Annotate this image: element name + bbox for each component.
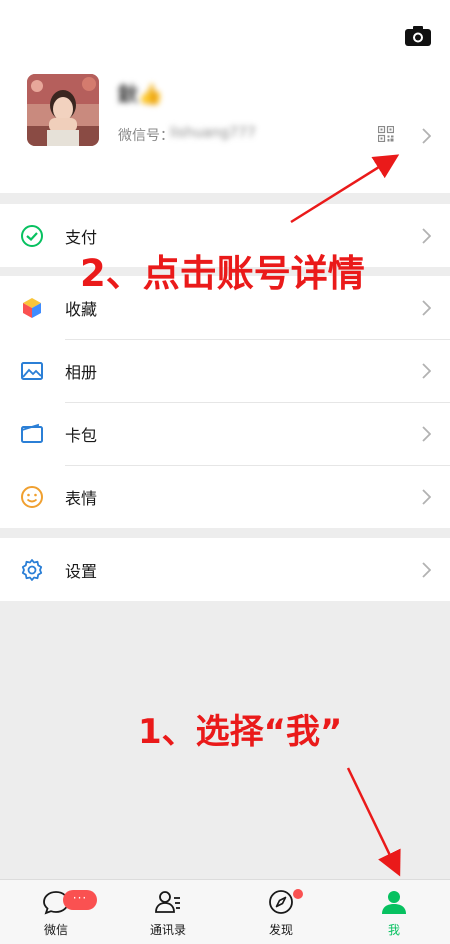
tab-bar: 微信 ··· 通讯录 发现 我 — [0, 879, 450, 944]
pay-icon — [21, 224, 43, 247]
tab-discover[interactable]: 发现 — [225, 880, 337, 944]
tab-me[interactable]: 我 — [338, 880, 450, 944]
picture-icon — [21, 361, 43, 380]
camera-icon[interactable] — [405, 26, 431, 46]
tab-label-chats: 微信 — [43, 923, 68, 937]
chevron-right-icon — [422, 488, 431, 505]
qr-code-icon[interactable] — [378, 126, 394, 142]
menu-label-cards: 卡包 — [65, 425, 98, 445]
tab-label-contacts: 通讯录 — [149, 923, 186, 937]
settings-group: 设置 — [0, 538, 450, 601]
avatar[interactable] — [27, 74, 99, 146]
person-icon — [382, 891, 406, 914]
feature-group: 收藏 相册 卡包 表情 — [0, 276, 450, 528]
menu-label-settings: 设置 — [65, 561, 98, 581]
nickname: 鈥👍 — [118, 82, 163, 106]
wechat-id-value: lishuang777 — [170, 125, 256, 141]
contacts-icon — [155, 891, 180, 913]
chevron-right-icon — [422, 561, 431, 578]
gear-icon — [21, 558, 43, 581]
annotation-arrow-to-me-tab — [346, 767, 401, 877]
smiley-icon — [21, 485, 43, 508]
menu-label-favorites: 收藏 — [65, 299, 98, 319]
profile-header: 鈥👍 微信号： lishuang777 — [0, 0, 450, 193]
annotation-step2: 2、点击账号详情 — [80, 252, 365, 295]
tab-chats[interactable]: 微信 — [0, 880, 112, 944]
chats-badge: ··· — [63, 890, 97, 910]
menu-label-album: 相册 — [65, 362, 98, 382]
tab-contacts[interactable]: 通讯录 — [112, 880, 224, 944]
tab-label-me: 我 — [387, 923, 400, 937]
chats-badge-dots: ··· — [72, 891, 88, 905]
compass-icon — [269, 890, 293, 914]
menu-item-settings[interactable]: 设置 — [0, 538, 450, 601]
wallet-icon — [21, 423, 43, 443]
chevron-right-icon — [422, 227, 431, 244]
chevron-right-icon — [422, 362, 431, 379]
chevron-right-icon — [422, 425, 431, 442]
wechat-id-label: 微信号： — [118, 128, 174, 144]
tab-label-discover: 发现 — [268, 923, 293, 937]
menu-item-stickers[interactable]: 表情 — [0, 465, 450, 528]
chevron-right-icon — [422, 299, 431, 316]
menu-label-stickers: 表情 — [65, 488, 98, 508]
annotation-step1: 1、选择“我” — [138, 712, 343, 752]
profile-chevron-icon[interactable] — [422, 128, 431, 144]
menu-item-cards[interactable]: 卡包 — [0, 402, 450, 465]
menu-item-album[interactable]: 相册 — [0, 339, 450, 402]
discover-badge-dot — [293, 889, 303, 899]
cube-icon — [23, 297, 41, 318]
